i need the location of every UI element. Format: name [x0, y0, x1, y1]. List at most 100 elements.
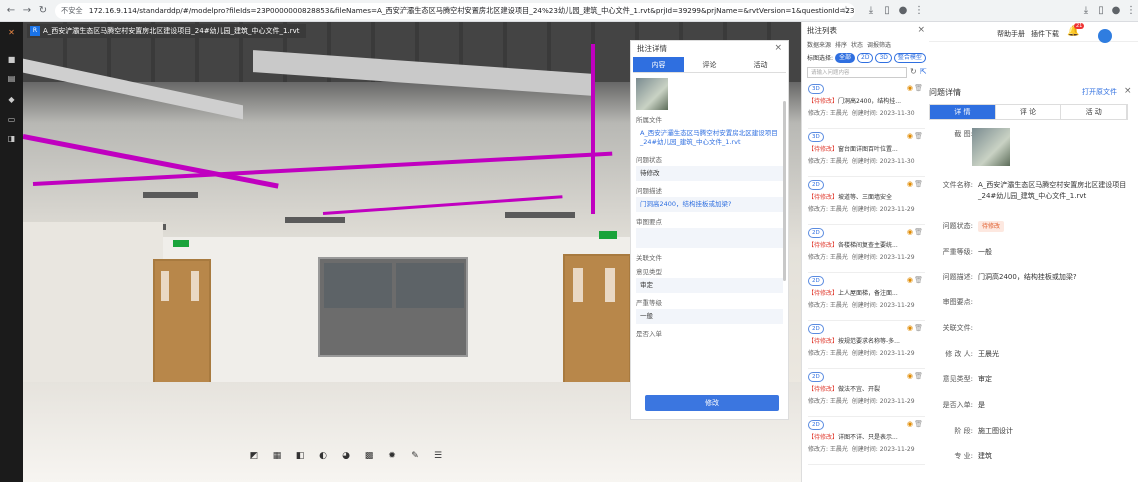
contrast-icon[interactable]: ◐	[316, 451, 330, 461]
file-name-value[interactable]: A_西安浐灞生态区马腾空村安置房北区建设项目_24#幼儿园_建筑_中心文件_1.…	[636, 126, 783, 150]
field-label: 所属文件	[636, 116, 662, 124]
download-icon-right[interactable]: ⤓	[1079, 4, 1093, 18]
delete-icon[interactable]: 🗑	[914, 228, 923, 236]
download-icon[interactable]: ⤓	[864, 4, 878, 18]
list-item[interactable]: 2D ◉ 🗑 【待修改】坡道等、三面墙安全 修改方: 王晨光 创建时间: 2023-11…	[808, 177, 925, 225]
list-item[interactable]: 2D ◉ 🗑 【待修改】详图不详、只是表示... 修改方: 王晨光 创建时间: 2023…	[808, 417, 925, 465]
section-icon[interactable]: ◧	[293, 451, 307, 461]
field-label: 问题描述	[636, 187, 662, 195]
tab-activity[interactable]: 活 动	[1061, 105, 1128, 119]
markup-icon[interactable]: ✎	[408, 451, 422, 461]
screenshot-thumbnail[interactable]	[636, 78, 668, 110]
profile-icon[interactable]: ●	[896, 4, 910, 18]
model-icon[interactable]: ■	[6, 55, 17, 65]
filter-sort[interactable]: 排序	[835, 40, 847, 51]
status-value[interactable]: 待修改	[636, 166, 783, 181]
door	[153, 259, 211, 384]
star-icon[interactable]: ☆	[839, 4, 853, 18]
issue-text: 门洞高2400，结构挂...	[838, 98, 902, 105]
delete-icon[interactable]: 🗑	[914, 84, 923, 92]
sidepanel-icon-right[interactable]: ▯	[1094, 4, 1108, 18]
locate-icon[interactable]: ◉	[907, 324, 913, 332]
detail-tabs: 内容 评论 活动	[633, 57, 786, 73]
status-text: 【待修改】	[808, 242, 839, 249]
measure-icon[interactable]: ▦	[270, 451, 284, 461]
open-file-link[interactable]: 打开原文件	[1082, 87, 1117, 97]
author-text: 修改方: 王晨光	[808, 446, 848, 453]
filter-report[interactable]: 调报筛选	[867, 40, 891, 51]
list-item[interactable]: 2D ◉ 🗑 【待修改】上人屋面梯，备注面... 修改方: 王晨光 创建时间: 2023…	[808, 273, 925, 321]
delete-icon[interactable]: 🗑	[914, 324, 923, 332]
forward-icon[interactable]: →	[20, 4, 34, 18]
close-icon[interactable]: ×	[917, 25, 925, 35]
scope-all[interactable]: 全部	[835, 52, 856, 63]
menu-icon[interactable]: ⋮	[912, 4, 926, 18]
list-item[interactable]: 2D ◉ 🗑 【待修改】做法不宜、开裂 修改方: 王晨光 创建时间: 2023-11-2…	[808, 369, 925, 417]
avatar[interactable]	[1098, 29, 1112, 43]
tab-comments[interactable]: 评论	[684, 57, 735, 72]
modify-button[interactable]: 修改	[645, 395, 779, 411]
home-view-icon[interactable]: ◩	[247, 451, 261, 461]
share-icon[interactable]: ◨	[6, 134, 17, 144]
description-value[interactable]: 门洞高2400，结构挂板或加梁?	[636, 197, 783, 212]
list-icon[interactable]: ☰	[431, 451, 445, 461]
locate-icon[interactable]: ◉	[907, 84, 913, 92]
delete-icon[interactable]: 🗑	[914, 276, 923, 284]
plugin-download-link[interactable]: 插件下载	[1031, 29, 1059, 39]
list-item[interactable]: 3D ◉ 🗑 【待修改】窗台面详图百叶位置... 修改方: 王晨光 创建时间: 2023…	[808, 129, 925, 177]
tab-comments[interactable]: 评 论	[996, 105, 1062, 119]
scope-label: 标图选择:	[807, 55, 834, 62]
tab-details[interactable]: 详 情	[930, 105, 996, 119]
file-icon[interactable]: ▤	[6, 74, 17, 84]
severity-value: 一般	[978, 248, 992, 256]
address-bar[interactable]: 不安全 172.16.9.114/standarddp/#/modelpro?f…	[55, 3, 855, 19]
search-input[interactable]: 请输入问题内容	[807, 67, 907, 78]
locate-icon[interactable]: ◉	[907, 228, 913, 236]
locate-icon[interactable]: ◉	[907, 276, 913, 284]
tab-activity[interactable]: 活动	[735, 57, 786, 72]
cube-icon[interactable]: ◆	[6, 95, 17, 105]
severity-value[interactable]: 一般	[636, 309, 783, 324]
close-icon[interactable]: ×	[774, 43, 782, 53]
filter-status[interactable]: 状态	[851, 40, 863, 51]
file-tab[interactable]: R A_西安浐灞生态区马腾空村安置房北区建设项目_24#幼儿园_建筑_中心文件_…	[27, 24, 306, 38]
issue-tabs: 详 情 评 论 活 动	[929, 104, 1128, 120]
list-item[interactable]: 3D ◉ 🗑 【待修改】门洞高2400，结构挂... 修改方: 王晨光 创建时间: 20…	[808, 81, 925, 129]
locate-icon[interactable]: ◉	[907, 420, 913, 428]
palette-icon[interactable]: ◕	[339, 451, 353, 461]
delete-icon[interactable]: 🗑	[914, 372, 923, 380]
review-points-value[interactable]	[636, 228, 783, 248]
scope-merged[interactable]: 整合模型	[893, 52, 926, 63]
explode-icon[interactable]: ▩	[362, 451, 376, 461]
list-item[interactable]: 2D ◉ 🗑 【待修改】各楼梯间复查主要统... 修改方: 王晨光 创建时间: 2023…	[808, 225, 925, 273]
close-icon[interactable]: ×	[1124, 86, 1132, 96]
time-text: 创建时间: 2023-11-29	[851, 446, 915, 453]
delete-icon[interactable]: 🗑	[914, 180, 923, 188]
filter-source[interactable]: 数据来源	[807, 40, 831, 51]
menu-icon-right[interactable]: ⋮	[1124, 4, 1138, 18]
locate-icon[interactable]: ◉	[907, 372, 913, 380]
delete-icon[interactable]: 🗑	[914, 132, 923, 140]
scrollbar[interactable]	[783, 101, 786, 281]
modifier-value: 王晨光	[978, 350, 999, 358]
locate-icon[interactable]: ◉	[907, 180, 913, 188]
back-icon[interactable]: ←	[4, 4, 18, 18]
locate-icon[interactable]: ◉	[907, 132, 913, 140]
viewer-toolbar: ◩ ▦ ◧ ◐ ◕ ▩ ✹ ✎ ☰	[247, 447, 445, 465]
refresh-icon[interactable]: ↻	[910, 67, 917, 76]
scope-2d[interactable]: 2D	[857, 52, 874, 63]
profile-icon-right[interactable]: ●	[1109, 4, 1123, 18]
opinion-type-value[interactable]: 审定	[636, 278, 783, 293]
settings-icon[interactable]: ✹	[385, 451, 399, 461]
comment-icon[interactable]: ▭	[6, 115, 17, 125]
delete-icon[interactable]: 🗑	[914, 420, 923, 428]
export-icon[interactable]: ⇱	[920, 67, 927, 76]
tab-content[interactable]: 内容	[633, 57, 684, 72]
list-item[interactable]: 2D ◉ 🗑 【待修改】按规范要求名称等-多... 修改方: 王晨光 创建时间: 202…	[808, 321, 925, 369]
reload-icon[interactable]: ↻	[36, 4, 50, 18]
sidepanel-icon[interactable]: ▯	[880, 4, 894, 18]
help-link[interactable]: 帮助手册	[997, 29, 1025, 39]
scope-3d[interactable]: 3D	[875, 52, 892, 63]
status-badge: 待修改	[978, 221, 1005, 232]
issue-screenshot[interactable]	[972, 128, 1010, 166]
